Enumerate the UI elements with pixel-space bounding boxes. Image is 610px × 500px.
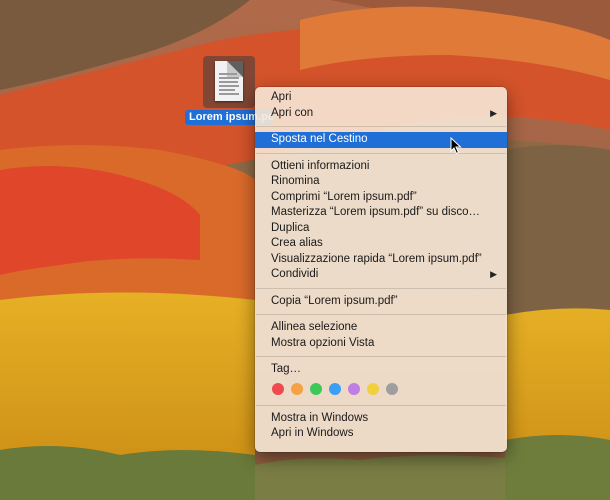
menu-item-label: Apri con	[271, 106, 314, 119]
menu-item-label: Ottieni informazioni	[271, 159, 370, 172]
tag-gray-icon[interactable]	[386, 382, 398, 395]
menu-item-label: Mostra in Windows	[271, 411, 369, 424]
menu-item-label: Masterizza “Lorem ipsum.pdf” su disco…	[271, 206, 480, 218]
menu-item-label: Duplica	[271, 221, 310, 234]
menu-item-label: Rinomina	[271, 175, 320, 187]
menu-item-masterizza-lorem-ipsum-pdf-su-disco[interactable]: Masterizza “Lorem ipsum.pdf” su disco…	[255, 205, 507, 221]
menu-item-label: Tag…	[271, 363, 302, 375]
menu-separator	[256, 356, 506, 357]
document-icon	[215, 61, 243, 101]
tag-orange-icon[interactable]	[291, 382, 303, 395]
menu-item-label: Apri	[271, 91, 292, 103]
menu-item-label: Mostra opzioni Vista	[271, 336, 375, 349]
menu-item-mostra-opzioni-vista[interactable]: Mostra opzioni Vista	[255, 336, 507, 352]
pdf-file-icon[interactable]	[203, 56, 255, 108]
tag-purple-icon[interactable]	[348, 382, 360, 395]
menu-item-sposta-nel-cestino[interactable]: Sposta nel Cestino	[255, 132, 507, 148]
menu-separator	[256, 314, 506, 315]
menu-item-comprimi-lorem-ipsum-pdf[interactable]: Comprimi “Lorem ipsum.pdf”	[255, 190, 507, 206]
menu-item-rinomina[interactable]: Rinomina	[255, 174, 507, 190]
menu-item-allinea-selezione[interactable]: Allinea selezione	[255, 320, 507, 336]
menu-item-label: Sposta nel Cestino	[271, 133, 368, 145]
tag-color-row	[255, 378, 507, 400]
menu-separator	[256, 126, 506, 127]
menu-separator	[256, 404, 506, 406]
menu-item-visualizzazione-rapida-lorem-ipsum-pdf[interactable]: Visualizzazione rapida “Lorem ipsum.pdf”	[255, 252, 507, 268]
menu-item-apri-con[interactable]: Apri con ▶	[255, 106, 507, 122]
context-menu: Apri Apri con ▶ Sposta nel Cestino Ottieni i…	[255, 87, 507, 452]
tag-blue-icon[interactable]	[329, 382, 341, 395]
menu-item-mostra-in-windows[interactable]: Mostra in Windows	[255, 411, 507, 427]
menu-item-label: Crea alias	[271, 237, 323, 249]
menu-item-duplica[interactable]: Duplica	[255, 221, 507, 237]
menu-item-tag[interactable]: Tag…	[255, 362, 507, 378]
tag-yellow-icon[interactable]	[367, 382, 379, 395]
menu-item-apri[interactable]: Apri	[255, 90, 507, 106]
menu-item-label: Copia “Lorem ipsum.pdf”	[271, 294, 398, 307]
menu-item-label: Visualizzazione rapida “Lorem ipsum.pdf”	[271, 252, 482, 265]
menu-separator	[256, 152, 506, 154]
menu-item-copia-lorem-ipsum-pdf[interactable]: Copia “Lorem ipsum.pdf”	[255, 294, 507, 310]
menu-separator	[256, 287, 506, 289]
submenu-arrow-icon: ▶	[490, 269, 497, 279]
tag-red-icon[interactable]	[272, 382, 284, 395]
tag-green-icon[interactable]	[310, 382, 322, 395]
menu-item-label: Condividi	[271, 268, 319, 280]
menu-item-label: Apri in Windows	[271, 427, 354, 439]
submenu-arrow-icon: ▶	[490, 107, 497, 118]
mouse-pointer-icon	[450, 137, 462, 155]
menu-item-apri-in-windows[interactable]: Apri in Windows	[255, 426, 507, 442]
menu-item-label: Allinea selezione	[271, 321, 358, 333]
menu-item-label: Comprimi “Lorem ipsum.pdf”	[271, 190, 417, 203]
menu-item-condividi[interactable]: Condividi ▶	[255, 267, 507, 283]
menu-item-crea-alias[interactable]: Crea alias	[255, 236, 507, 252]
menu-item-ottieni-informazioni[interactable]: Ottieni informazioni	[255, 159, 507, 175]
